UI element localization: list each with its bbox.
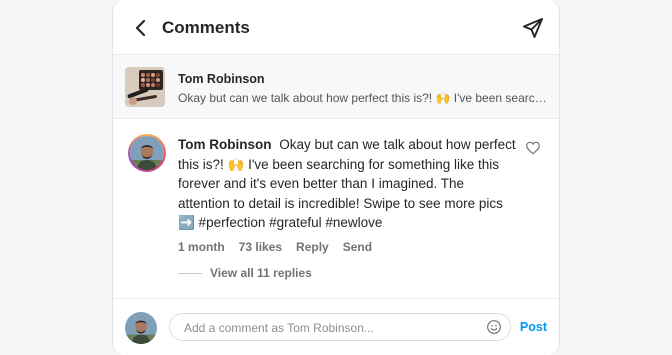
reply-button[interactable]: Reply xyxy=(296,240,329,254)
comment-likes-count[interactable]: 73 likes xyxy=(239,240,282,254)
replies-divider xyxy=(178,272,202,274)
emoji-button[interactable] xyxy=(486,319,502,335)
heart-icon xyxy=(526,141,540,155)
composer-avatar xyxy=(125,312,157,344)
send-button[interactable]: Send xyxy=(343,240,372,254)
post-preview[interactable]: Tom Robinson Okay but can we talk about … xyxy=(113,55,559,119)
comment-input[interactable] xyxy=(182,314,476,342)
comment-timestamp: 1 month xyxy=(178,240,225,254)
back-button[interactable] xyxy=(131,17,151,39)
view-replies-label[interactable]: View all 11 replies xyxy=(210,266,312,280)
preview-caption: Okay but can we talk about how perfect t… xyxy=(178,91,550,105)
share-button[interactable] xyxy=(521,16,545,40)
emoji-icon xyxy=(487,320,501,334)
comment-meta: 1 month 73 likes Reply Send xyxy=(178,240,372,254)
comment-text-block: Tom Robinson Okay but can we talk about … xyxy=(178,135,518,233)
comment-item: Tom Robinson Okay but can we talk about … xyxy=(113,120,559,300)
view-replies[interactable]: View all 11 replies xyxy=(178,266,312,280)
page-title: Comments xyxy=(162,18,250,37)
comments-panel: Comments Tom Robinson Okay but can we ta… xyxy=(112,0,560,355)
post-thumbnail xyxy=(125,67,165,107)
comments-header: Comments xyxy=(113,0,559,55)
comment-input-wrapper xyxy=(169,313,511,342)
chevron-left-icon xyxy=(135,19,146,37)
preview-username: Tom Robinson xyxy=(178,72,265,86)
avatar[interactable] xyxy=(128,134,166,172)
send-icon xyxy=(523,18,543,38)
comment-username[interactable]: Tom Robinson xyxy=(178,137,272,152)
comment-composer: Post xyxy=(113,298,559,355)
post-button[interactable]: Post xyxy=(520,320,547,334)
like-comment-button[interactable] xyxy=(525,140,541,156)
